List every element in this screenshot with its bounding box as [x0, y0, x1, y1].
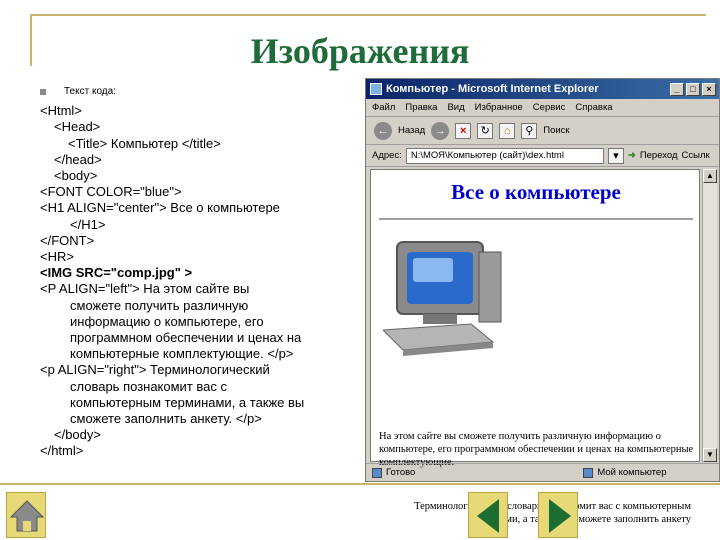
slide-frame-line-bottom: [0, 483, 720, 485]
go-arrow-icon[interactable]: ➜: [628, 150, 636, 161]
window-title: Компьютер - Microsoft Internet Explorer: [386, 83, 599, 95]
scroll-down-icon[interactable]: ▼: [703, 448, 717, 462]
code-line: информацию о компьютере, его: [70, 313, 264, 329]
browser-menubar: Файл Правка Вид Избранное Сервис Справка: [366, 99, 719, 117]
page-content: Все о компьютере На этом сайте вы сможет…: [370, 169, 700, 525]
menu-favorites[interactable]: Избранное: [475, 102, 523, 113]
slide-frame-line-vertical: [30, 14, 32, 66]
home-page-icon[interactable]: ⌂: [499, 122, 516, 139]
code-line: <p ALIGN="right"> Терминологический: [40, 362, 270, 378]
code-line: сможете заполнить анкету. </p>: [70, 411, 262, 427]
page-divider: [379, 218, 693, 220]
status-zone: Мой компьютер: [583, 467, 667, 478]
my-computer-icon: [583, 467, 594, 478]
refresh-icon[interactable]: ↻: [477, 122, 494, 139]
page-paragraph-right: Терминологический словарь познакомит вас…: [414, 501, 691, 525]
menu-tools[interactable]: Сервис: [533, 102, 566, 113]
code-line: <Html>: [40, 103, 82, 119]
code-line: </FONT>: [40, 232, 95, 248]
dropdown-icon[interactable]: ▾: [607, 147, 624, 164]
code-line: программном обеспечении и ценах на: [70, 330, 302, 346]
slide-frame-line-top: [30, 14, 706, 16]
code-line: <H1 ALIGN="center"> Все о компьютере: [40, 200, 280, 216]
bullet-label: Текст кода:: [64, 86, 116, 97]
stop-icon[interactable]: ×: [455, 122, 472, 139]
previous-slide-button[interactable]: [468, 492, 508, 538]
back-icon[interactable]: ←: [374, 121, 392, 140]
code-line: </H1>: [70, 216, 106, 232]
minimize-icon[interactable]: _: [670, 82, 684, 96]
code-line: <IMG SRC="comp.jpg" >: [40, 265, 193, 281]
ie-app-icon: [370, 83, 382, 95]
go-button[interactable]: Переход: [640, 150, 678, 161]
close-icon[interactable]: ×: [702, 82, 716, 96]
home-button[interactable]: [6, 492, 46, 538]
browser-titlebar: Компьютер - Microsoft Internet Explorer …: [366, 79, 719, 99]
code-line: <FONT COLOR="blue">: [40, 184, 182, 200]
menu-edit[interactable]: Правка: [405, 102, 437, 113]
status-bar: Готово Мой компьютер: [366, 463, 719, 481]
search-icon[interactable]: ⚲: [521, 122, 538, 139]
forward-icon[interactable]: →: [431, 121, 450, 140]
page-status-icon: [372, 467, 382, 478]
status-text: Готово: [386, 467, 416, 478]
address-input[interactable]: N:\МОЯ\Компьютер (сайт)\dex.html: [405, 147, 604, 164]
code-line: сможете получить различную: [70, 297, 249, 313]
arrow-left-icon: [477, 499, 499, 533]
browser-window: Компьютер - Microsoft Internet Explorer …: [365, 78, 720, 525]
code-line: <Head>: [54, 119, 101, 135]
window-controls: _ □ ×: [670, 82, 719, 96]
code-line: </html>: [40, 443, 84, 459]
page-heading: Все о компьютере: [451, 180, 621, 204]
links-label[interactable]: Ссылк: [682, 150, 710, 161]
code-line: <body>: [54, 168, 98, 184]
slide-title: Изображения: [250, 31, 470, 71]
menu-help[interactable]: Справка: [575, 102, 612, 113]
menu-view[interactable]: Вид: [447, 102, 464, 113]
status-ready: Готово: [372, 467, 415, 478]
scroll-up-icon[interactable]: ▲: [703, 169, 717, 183]
code-line: </body>: [54, 427, 101, 443]
code-line: словарь познакомит вас с: [70, 378, 227, 394]
code-line: </head>: [54, 151, 102, 167]
code-line: <Title> Компьютер </title>: [68, 135, 221, 151]
menu-file[interactable]: Файл: [372, 102, 395, 113]
browser-toolbar: ← Назад → × ↻ ⌂ ⚲ Поиск: [366, 117, 719, 145]
code-listing: Текст кода: <Html> <Head> <Title> Компью…: [40, 84, 360, 460]
code-line: <P ALIGN="left"> На этом сайте вы: [40, 281, 250, 297]
code-line: <HR>: [40, 249, 74, 265]
bullet-item: Текст кода:: [40, 84, 360, 100]
code-line: компьютерным терминами, а также вы: [70, 394, 305, 410]
back-label[interactable]: Назад: [398, 125, 425, 136]
address-bar: Адрес: N:\МОЯ\Компьютер (сайт)\dex.html …: [366, 145, 719, 167]
search-label[interactable]: Поиск: [543, 125, 569, 136]
bullet-icon: [40, 89, 46, 96]
computer-image: [383, 241, 502, 356]
arrow-right-icon: [549, 499, 571, 533]
next-slide-button[interactable]: [538, 492, 578, 538]
vertical-scrollbar[interactable]: ▲ ▼: [702, 169, 717, 462]
address-label: Адрес:: [372, 150, 402, 161]
home-icon: [9, 500, 45, 532]
maximize-icon[interactable]: □: [686, 82, 700, 96]
zone-text: Мой компьютер: [597, 467, 667, 478]
code-line: компьютерные комплектующие. </p>: [70, 346, 294, 362]
